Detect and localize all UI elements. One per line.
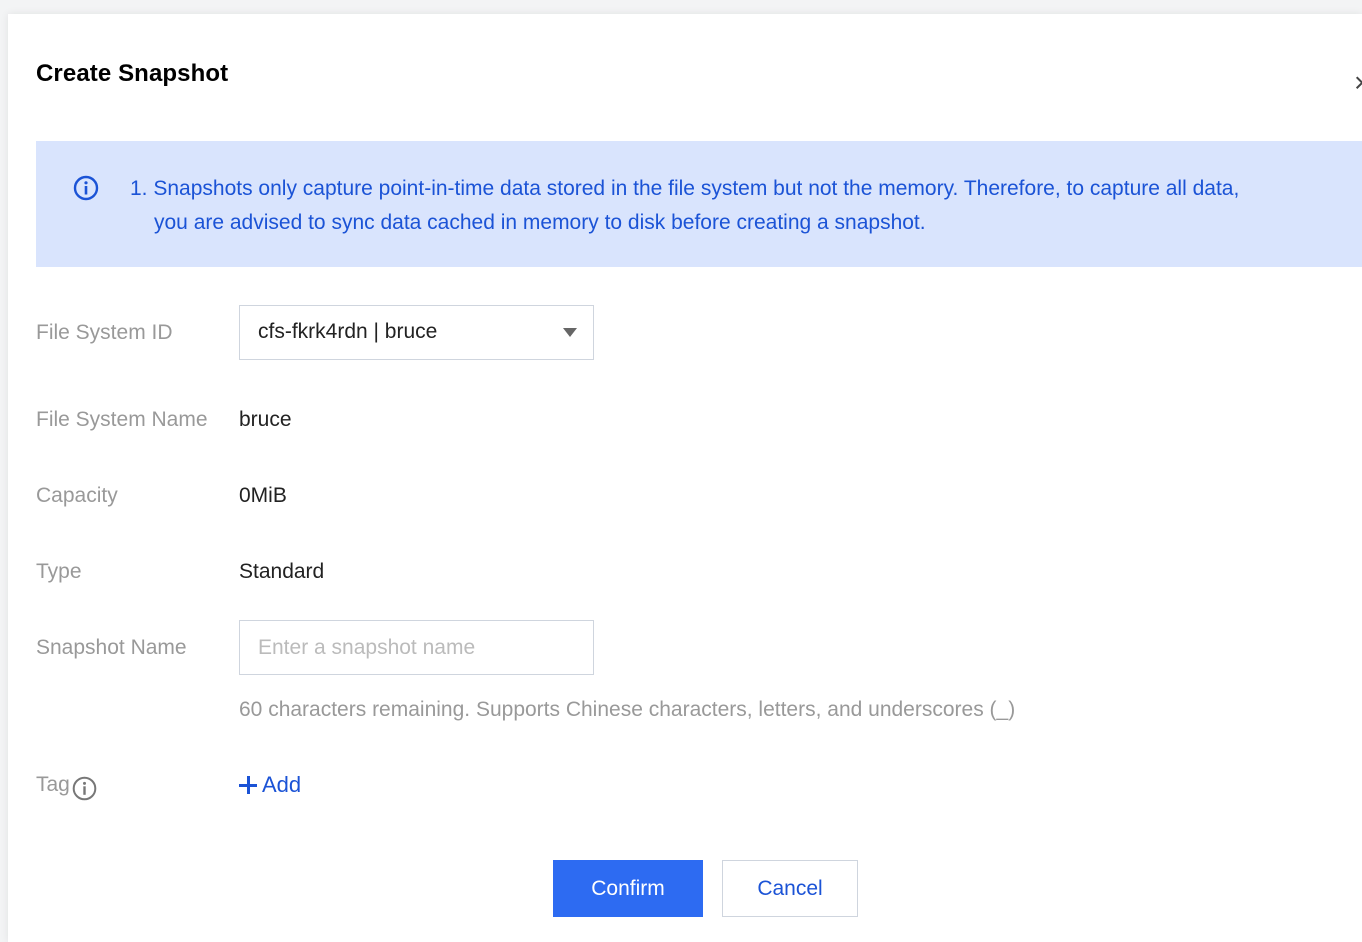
- notice-line-1: 1. Snapshots only capture point-in-time …: [130, 177, 1240, 200]
- capacity-value: 0MiB: [239, 484, 287, 507]
- type-value: Standard: [239, 560, 325, 583]
- plus-icon: [239, 776, 257, 794]
- create-snapshot-dialog: Create Snapshot × 1. Snapshots only capt…: [8, 14, 1362, 942]
- file-system-name-value: bruce: [239, 408, 292, 431]
- file-system-id-label: File System ID: [36, 321, 173, 344]
- snapshot-name-input[interactable]: [239, 620, 594, 675]
- notice-line-2: you are advised to sync data cached in m…: [154, 211, 926, 234]
- file-system-id-select[interactable]: cfs-fkrk4rdn | bruce: [239, 305, 594, 360]
- cancel-button[interactable]: Cancel: [722, 860, 858, 917]
- add-tag-label: Add: [262, 772, 302, 797]
- snapshot-name-hint: 60 characters remaining. Supports Chines…: [239, 698, 1016, 721]
- info-circle-icon[interactable]: [72, 776, 97, 801]
- snapshot-name-label: Snapshot Name: [36, 636, 187, 659]
- info-circle-icon: [73, 175, 99, 201]
- type-label: Type: [36, 560, 82, 583]
- capacity-label: Capacity: [36, 484, 118, 507]
- file-system-id-value: cfs-fkrk4rdn | bruce: [258, 320, 438, 343]
- tag-label: Tag: [36, 773, 70, 796]
- file-system-name-label: File System Name: [36, 408, 208, 431]
- caret-down-icon: [563, 328, 577, 337]
- add-tag-link[interactable]: Add: [239, 772, 301, 798]
- close-icon[interactable]: ×: [1356, 68, 1362, 98]
- dialog-title: Create Snapshot: [36, 60, 229, 87]
- notice-banner: 1. Snapshots only capture point-in-time …: [36, 141, 1362, 267]
- confirm-button[interactable]: Confirm: [553, 860, 703, 917]
- notice-text: 1. Snapshots only capture point-in-time …: [130, 172, 1330, 240]
